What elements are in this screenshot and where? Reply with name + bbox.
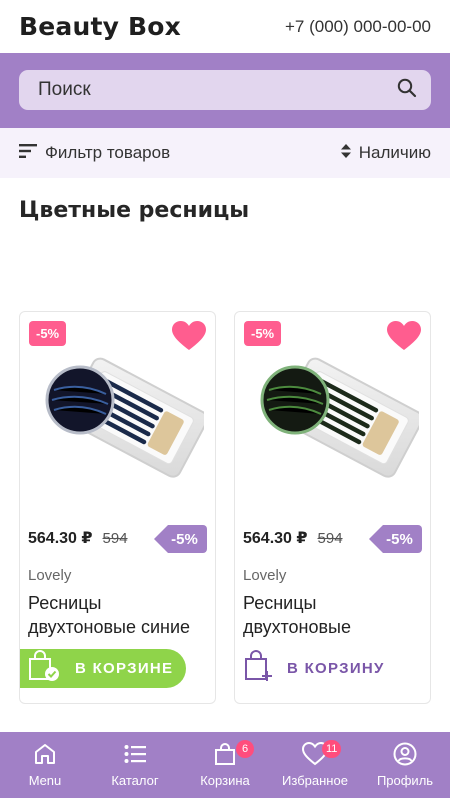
discount-tag: -5% xyxy=(369,525,422,553)
cart-count-badge: 6 xyxy=(236,740,254,758)
nav-favorites[interactable]: 11 Избранное xyxy=(270,732,360,798)
search-input[interactable] xyxy=(38,79,338,101)
nav-profile[interactable]: Профиль xyxy=(360,732,450,798)
filter-bar: Фильтр товаров Наличию xyxy=(0,128,450,178)
old-price: 594 xyxy=(317,529,343,547)
bag-plus-icon xyxy=(243,650,273,687)
filter-icon xyxy=(19,143,37,163)
nav-label: Каталог xyxy=(111,773,159,788)
price: 564.30 ₽ xyxy=(28,530,93,547)
page-title: Цветные ресницы xyxy=(19,198,250,223)
nav-label: Корзина xyxy=(200,773,250,788)
header: Beauty Box +7 (000) 000-00-00 xyxy=(0,0,450,53)
nav-cart[interactable]: 6 Корзина xyxy=(180,732,270,798)
logo[interactable]: Beauty Box xyxy=(19,12,181,41)
list-icon xyxy=(123,742,147,773)
sort-label: Наличию xyxy=(358,143,431,162)
discount-badge: -5% xyxy=(244,321,282,346)
product-card[interactable]: -5% 564.30 ₽ 594 -5% Lovely Ресницы двух… xyxy=(19,311,216,704)
discount-badge: -5% xyxy=(29,321,67,346)
product-name[interactable]: Ресницы двухтоновые синие xyxy=(28,591,209,639)
product-name[interactable]: Ресницы двухтоновые xyxy=(243,591,424,639)
favorites-count-badge: 11 xyxy=(322,740,342,758)
price: 564.30 ₽ xyxy=(243,530,308,547)
user-icon xyxy=(393,742,417,773)
price-row: 564.30 ₽ 594 -5% xyxy=(243,525,422,553)
heart-icon[interactable] xyxy=(172,321,206,356)
filter-button[interactable]: Фильтр товаров xyxy=(19,143,170,163)
product-card[interactable]: -5% 564.30 ₽ 594 -5% Lovely Ресницы двух… xyxy=(234,311,431,704)
nav-label: Menu xyxy=(28,773,62,788)
add-to-cart-button[interactable]: В КОРЗИНУ xyxy=(235,649,425,688)
sort-icon xyxy=(340,143,351,163)
heart-icon[interactable] xyxy=(387,321,421,356)
bottom-nav: Menu Каталог 6 Корзина 11 Избранное Проф… xyxy=(0,732,450,798)
phone-number[interactable]: +7 (000) 000-00-00 xyxy=(285,17,431,37)
cart-label: В КОРЗИНЕ xyxy=(75,660,174,677)
cart-label: В КОРЗИНУ xyxy=(287,660,385,677)
nav-label: Избранное xyxy=(282,773,348,788)
home-icon xyxy=(33,742,57,773)
in-cart-button[interactable]: В КОРЗИНЕ xyxy=(20,649,186,688)
brand: Lovely xyxy=(243,567,287,584)
price-row: 564.30 ₽ 594 -5% xyxy=(28,525,207,553)
search-icon[interactable] xyxy=(397,78,417,103)
old-price: 594 xyxy=(102,529,128,547)
bag-icon xyxy=(213,742,237,773)
nav-catalog[interactable]: Каталог xyxy=(90,732,180,798)
search-band xyxy=(0,53,450,128)
brand: Lovely xyxy=(28,567,72,584)
bag-check-icon xyxy=(27,650,61,687)
product-image[interactable] xyxy=(32,352,209,482)
nav-menu[interactable]: Menu xyxy=(0,732,90,798)
product-image[interactable] xyxy=(247,352,424,482)
sort-button[interactable]: Наличию xyxy=(340,143,431,163)
search-box[interactable] xyxy=(19,70,431,110)
nav-label: Профиль xyxy=(376,773,434,788)
discount-tag: -5% xyxy=(154,525,207,553)
filter-label: Фильтр товаров xyxy=(45,143,171,162)
